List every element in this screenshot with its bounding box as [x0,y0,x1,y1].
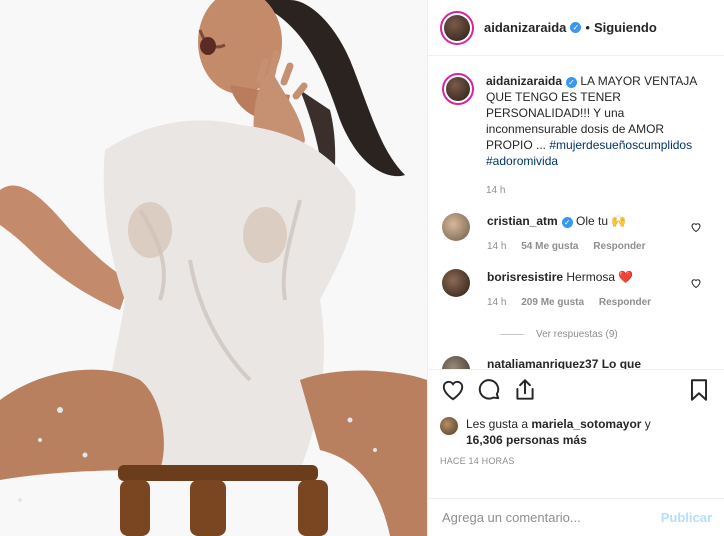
author-avatar[interactable] [440,10,474,45]
likes-count[interactable]: 16,306 personas más [466,433,587,447]
reply-button[interactable]: Responder [593,241,645,252]
heart-icon[interactable] [690,277,702,289]
comment-time[interactable]: 14 h [487,297,506,308]
caption-username[interactable]: aidanizaraida [486,74,562,88]
bookmark-icon[interactable] [686,377,712,403]
share-icon[interactable] [512,377,538,403]
comment-time[interactable]: 14 h [487,241,506,252]
view-replies-button[interactable]: Ver respuestas (9) [500,329,712,340]
post-side-panel: aidanizaraida ✓ • Siguiendo aidanizaraid… [427,0,724,536]
comment-item: borisresistire Hermosa ❤️ 14 h 209 Me gu… [442,269,712,311]
reply-button[interactable]: Responder [599,297,651,308]
caption-time[interactable]: 14 h [486,183,706,199]
comment-item: nataliamanriquez37 Lo que [442,356,712,369]
liker-username[interactable]: mariela_sotomayor [531,417,641,431]
post-image [0,0,427,536]
caption-avatar[interactable] [442,73,474,105]
view-replies-label: Ver respuestas (9) [536,329,618,340]
comment-item: cristian_atm ✓ Ole tu 🙌 14 h 54 Me gusta … [442,213,712,255]
comment-text: Ole tu 🙌 [576,214,627,228]
post-header: aidanizaraida ✓ • Siguiendo [428,0,724,56]
separator-dot: • [585,20,590,35]
commenter-username[interactable]: borisresistire [487,270,563,284]
following-button[interactable]: Siguiendo [594,20,657,35]
verified-badge-icon: ✓ [561,217,573,228]
post-actions: Les gusta a mariela_sotomayor y 16,306 p… [428,369,724,497]
replies-divider [500,334,524,335]
heart-icon[interactable] [690,221,702,233]
comment-text: Hermosa ❤️ [566,270,634,284]
commenter-avatar[interactable] [442,356,470,369]
commenter-username[interactable]: cristian_atm [487,214,558,228]
likes-connector: y [641,417,651,431]
publish-button[interactable]: Publicar [661,510,712,525]
hashtag-link[interactable]: #adoromivida [486,154,558,168]
verified-badge-icon: ✓ [570,22,582,33]
heart-icon[interactable] [440,377,466,403]
post-photo[interactable] [0,0,427,536]
comments-list[interactable]: aidanizaraida ✓ LA MAYOR VENTAJA QUE TENG… [428,57,724,369]
commenter-avatar[interactable] [442,269,470,297]
comment-input[interactable]: Agrega un comentario... [442,510,581,525]
comment-icon[interactable] [476,377,502,403]
verified-badge-icon: ✓ [566,77,578,88]
add-comment-bar: Agrega un comentario... Publicar [428,498,724,536]
comment-likes[interactable]: 54 Me gusta [521,241,578,252]
comment-text: nataliamanriquez37 Lo que [487,357,642,369]
likes-summary: Les gusta a mariela_sotomayor y 16,306 p… [440,416,712,448]
post-caption: aidanizaraida ✓ LA MAYOR VENTAJA QUE TENG… [442,73,712,199]
hashtag-link[interactable]: #mujerdesueñoscumplidos [549,138,692,152]
commenter-avatar[interactable] [442,213,470,241]
liker-avatar[interactable] [440,417,458,435]
comment-likes[interactable]: 209 Me gusta [521,297,584,308]
author-username[interactable]: aidanizaraida [484,20,566,35]
post-timestamp[interactable]: HACE 14 HORAS [440,456,712,466]
likes-prefix: Les gusta a [466,417,532,431]
